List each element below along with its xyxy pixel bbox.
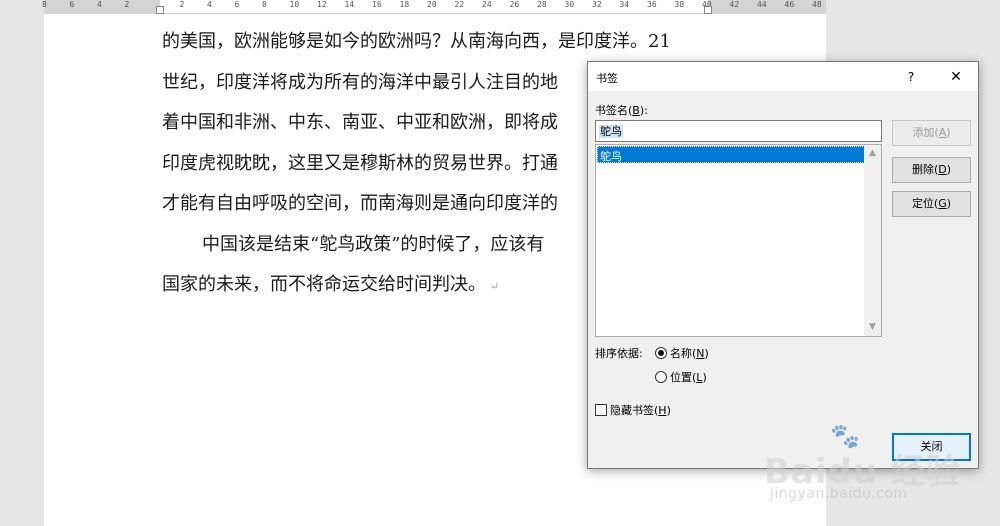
ruler-left-margin xyxy=(44,0,160,14)
bookmark-name-input[interactable]: 鸵鸟 xyxy=(595,120,882,142)
ruler-tick-label: 20 xyxy=(427,0,437,9)
ruler-tick-label: 12 xyxy=(317,0,327,9)
list-item[interactable]: 鸵鸟 xyxy=(597,146,865,163)
text-line-content: 国家的未来，而不将命运交给时间判决。 xyxy=(162,274,486,295)
sort-by-name-label: 名称(N) xyxy=(670,347,709,360)
ruler-tick-label: 18 xyxy=(399,0,410,9)
ruler-tick-label: 8 xyxy=(262,0,267,9)
sort-by-location-radio[interactable] xyxy=(655,371,667,383)
ruler-tick-label: 8 xyxy=(42,0,47,9)
sort-by-name-option[interactable]: 名称(N) xyxy=(655,345,709,361)
ruler-tick-label: 48 xyxy=(812,0,822,9)
ruler-tick-label: 2 xyxy=(124,0,130,9)
ruler-tick-label: 16 xyxy=(372,0,382,9)
horizontal-ruler[interactable]: 8 6 4 2 2 4 6 8 10 12 14 16 18 20 22 24 26 28 30 32 34 36 38 40… xyxy=(0,0,1000,14)
ruler-tick-label: 4 xyxy=(97,0,102,9)
bookmark-name-label: 书签名(B): xyxy=(595,104,648,117)
ruler-tick-label: 36 xyxy=(647,0,657,9)
ruler-tick-label: 26 xyxy=(509,0,520,9)
ruler-tick-label: 42 xyxy=(729,0,740,9)
ruler-tick-label: 30 xyxy=(564,0,575,9)
hidden-bookmarks-label: 隐藏书签(H) xyxy=(610,404,671,417)
bookmark-dialog: 书签 ? ✕ 书签名(B): 鸵鸟 鸵鸟 ▲ ▼ 添加(A) 删除(D) 定位(… xyxy=(587,61,979,469)
delete-button[interactable]: 删除(D) xyxy=(892,157,971,183)
bookmark-name-value: 鸵鸟 xyxy=(599,125,623,138)
list-scrollbar[interactable]: ▲ ▼ xyxy=(864,145,881,336)
sort-by-label: 排序依据: xyxy=(595,347,643,360)
add-button[interactable]: 添加(A) xyxy=(892,120,971,146)
sort-by-location-option[interactable]: 位置(L) xyxy=(655,369,707,385)
bookmark-list[interactable]: 鸵鸟 ▲ ▼ xyxy=(595,144,882,337)
close-icon[interactable]: ✕ xyxy=(940,64,972,90)
paragraph-mark-icon: ↵ xyxy=(490,280,500,293)
scroll-down-icon[interactable]: ▼ xyxy=(864,319,881,336)
ruler-tick-label: 22 xyxy=(454,0,465,9)
hidden-bookmarks-option[interactable]: 隐藏书签(H) xyxy=(595,402,671,418)
ruler-tick-label: 4 xyxy=(207,0,212,9)
left-indent-marker[interactable] xyxy=(156,6,164,14)
watermark-url: jingyan.baidu.com xyxy=(770,486,908,502)
ruler-tick-label: 32 xyxy=(592,0,602,9)
goto-button[interactable]: 定位(G) xyxy=(892,191,971,217)
ruler-tick-label: 34 xyxy=(619,0,630,9)
ruler-tick-label: 38 xyxy=(674,0,685,9)
hidden-bookmarks-checkbox[interactable] xyxy=(595,404,607,416)
ruler-tick-label: 6 xyxy=(234,0,240,9)
dialog-title: 书签 xyxy=(596,72,618,85)
right-indent-marker[interactable] xyxy=(704,6,712,14)
sort-by-name-radio[interactable] xyxy=(655,347,667,359)
baidu-watermark: 🐾 Baidu 经验 jingyan.baidu.com xyxy=(760,420,990,520)
ruler-right-margin xyxy=(708,0,826,14)
ruler-tick-label: 46 xyxy=(784,0,795,9)
help-button[interactable]: ? xyxy=(900,66,922,88)
ruler-tick-label: 14 xyxy=(344,0,355,9)
dialog-titlebar[interactable]: 书签 ? ✕ xyxy=(588,62,978,91)
scroll-up-icon[interactable]: ▲ xyxy=(864,145,881,162)
ruler-tick-label: 2 xyxy=(179,0,185,9)
ruler-tick-label: 24 xyxy=(482,0,492,9)
ruler-tick-label: 10 xyxy=(289,0,300,9)
ruler-tick-label: 28 xyxy=(537,0,547,9)
ruler-tick-label: 6 xyxy=(69,0,75,9)
sort-by-location-label: 位置(L) xyxy=(670,371,707,384)
ruler-tick-label: 44 xyxy=(757,0,767,9)
